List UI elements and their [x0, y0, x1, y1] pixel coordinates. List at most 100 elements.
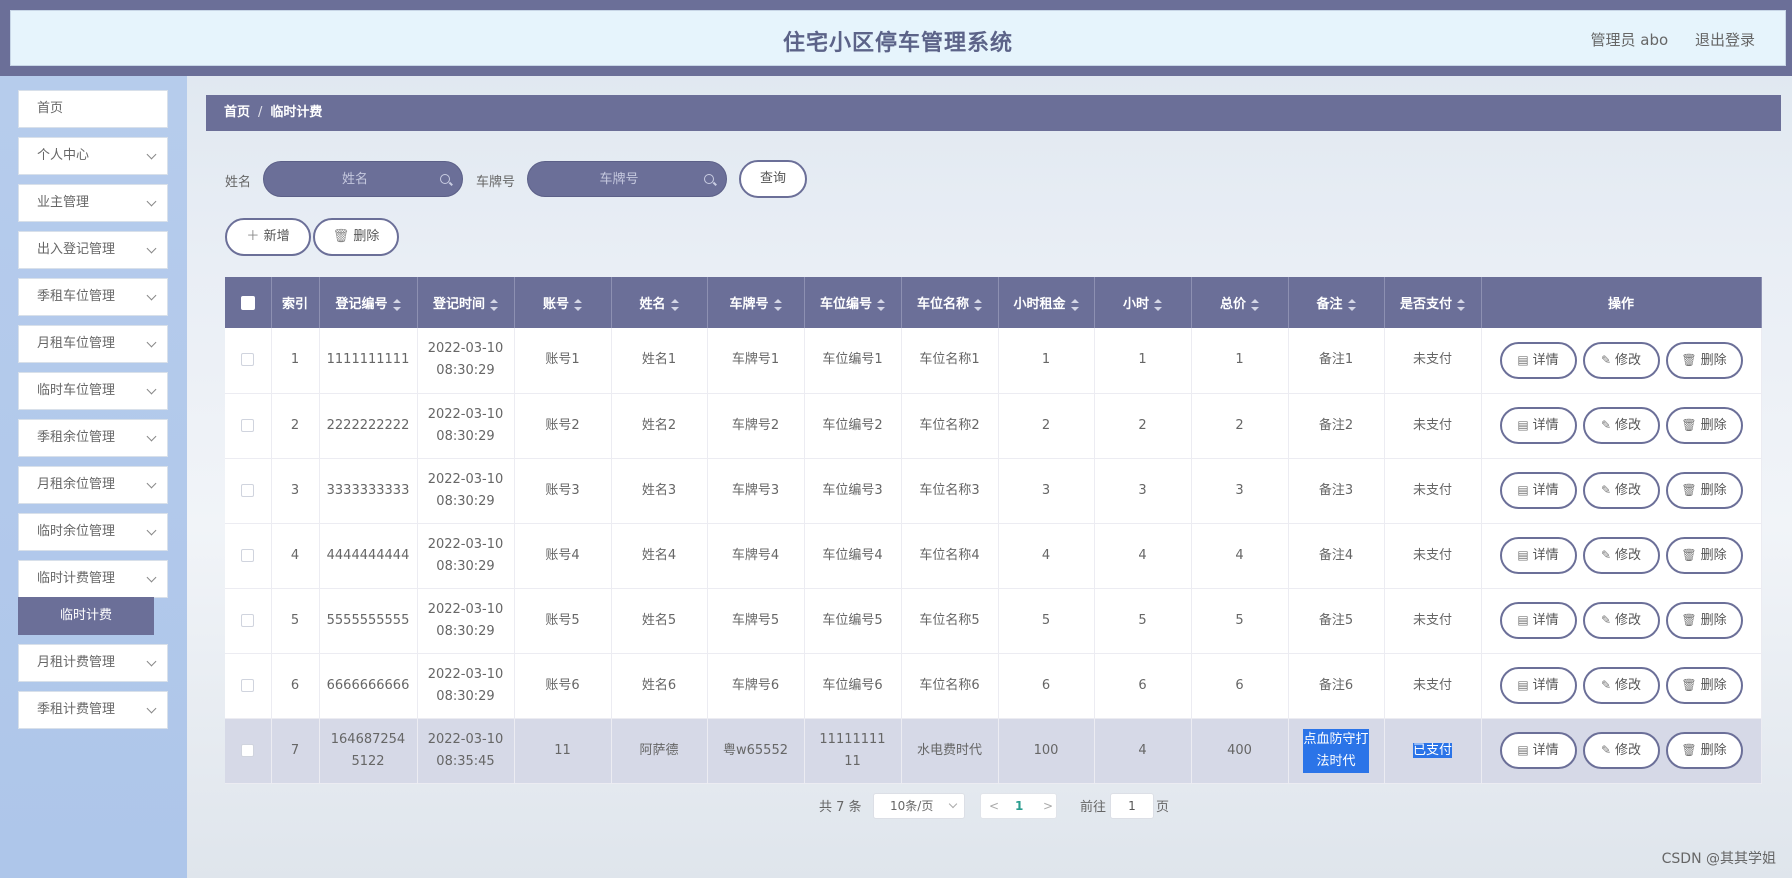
column-header[interactable]: 总价: [1191, 277, 1289, 328]
edit-button[interactable]: ✎ 修改: [1582, 537, 1660, 574]
column-header[interactable]: 车位名称: [901, 277, 999, 328]
name-search-input[interactable]: [264, 162, 462, 196]
sort-icon[interactable]: [773, 298, 782, 311]
page-size-select[interactable]: 10条/页: [873, 793, 965, 819]
edit-button[interactable]: ✎ 修改: [1582, 472, 1660, 509]
detail-button[interactable]: ▤ 详情: [1499, 407, 1577, 444]
sidebar-item[interactable]: 月租余位管理: [18, 466, 168, 504]
row-checkbox[interactable]: [241, 353, 255, 367]
sort-icon[interactable]: [1457, 298, 1465, 311]
sort-icon[interactable]: [490, 298, 498, 311]
edit-button[interactable]: ✎ 修改: [1582, 667, 1660, 704]
row-checkbox[interactable]: [241, 613, 255, 627]
row-checkbox[interactable]: [241, 678, 255, 692]
cell-value: 3: [1235, 482, 1244, 498]
edit-button[interactable]: ✎ 修改: [1582, 341, 1660, 379]
row-delete-button[interactable]: 🗑 删除: [1665, 537, 1743, 574]
column-header[interactable]: 小时: [1094, 277, 1192, 328]
name-search-box[interactable]: [263, 161, 463, 197]
next-page-button[interactable]: >: [1043, 794, 1053, 818]
sidebar-item[interactable]: 首页: [18, 90, 168, 128]
column-header[interactable]: 车位编号: [804, 277, 902, 328]
sort-icon[interactable]: [1251, 298, 1259, 311]
column-header[interactable]: 备注: [1288, 277, 1385, 328]
sort-icon[interactable]: [1347, 298, 1356, 311]
row-checkbox[interactable]: [241, 548, 255, 562]
sort-icon[interactable]: [1154, 298, 1162, 311]
table-cell: 姓名5: [611, 588, 708, 654]
select-all-checkbox[interactable]: [240, 295, 255, 310]
detail-button[interactable]: ▤ 详情: [1499, 602, 1577, 639]
row-checkbox[interactable]: [241, 483, 255, 497]
current-page-number[interactable]: 1: [1015, 794, 1023, 818]
sort-icon[interactable]: [974, 298, 982, 311]
sidebar-item[interactable]: 月租计费管理: [18, 644, 168, 682]
edit-button[interactable]: ✎ 修改: [1582, 407, 1660, 444]
sort-icon[interactable]: [670, 298, 679, 311]
detail-button[interactable]: ▤ 详情: [1499, 341, 1577, 379]
query-button[interactable]: 查询: [739, 160, 807, 198]
prev-page-button[interactable]: <: [989, 794, 999, 818]
add-button[interactable]: ＋ 新增: [225, 218, 311, 256]
detail-button[interactable]: ▤ 详情: [1499, 472, 1577, 509]
detail-button[interactable]: ▤ 详情: [1499, 667, 1577, 704]
row-checkbox[interactable]: [241, 418, 255, 432]
row-delete-button[interactable]: 🗑 删除: [1665, 407, 1743, 444]
sidebar-item[interactable]: 个人中心: [18, 137, 168, 175]
sidebar-item[interactable]: 临时车位管理: [18, 372, 168, 410]
plate-search-input[interactable]: [528, 162, 726, 196]
column-header[interactable]: 登记编号: [319, 277, 418, 328]
sort-icon[interactable]: [1070, 298, 1079, 311]
table-cell: 3333333333: [319, 458, 418, 524]
sidebar-item-label: 月租余位管理: [37, 477, 116, 492]
breadcrumb-home[interactable]: 首页: [224, 105, 250, 120]
edit-button[interactable]: ✎ 修改: [1582, 732, 1660, 769]
sort-icon[interactable]: [877, 298, 885, 311]
table-cell: 5555555555: [319, 588, 418, 654]
table-cell: 6666666666: [319, 653, 418, 719]
detail-button[interactable]: ▤ 详情: [1499, 537, 1577, 574]
row-delete-button[interactable]: 🗑 删除: [1665, 667, 1743, 704]
cell-value: 2022-03-10 08:30:29: [427, 471, 504, 509]
row-delete-button[interactable]: 🗑 删除: [1665, 472, 1743, 509]
goto-page-input[interactable]: 1: [1110, 793, 1154, 819]
logout-link[interactable]: 退出登录: [1695, 31, 1755, 49]
sidebar-item[interactable]: 季租余位管理: [18, 419, 168, 457]
detail-button-label: 详情: [1532, 678, 1559, 693]
sidebar-item[interactable]: 临时计费管理: [18, 560, 168, 598]
table-cell: 账号2: [514, 393, 612, 459]
chevron-down-icon: [146, 431, 157, 442]
column-header[interactable]: 车牌号: [707, 277, 805, 328]
sidebar-item-label: 月租计费管理: [37, 655, 116, 670]
edit-button[interactable]: ✎ 修改: [1582, 602, 1660, 639]
row-delete-button[interactable]: 🗑 删除: [1665, 732, 1743, 769]
cell-value: 水电费时代: [916, 742, 982, 758]
detail-button-label: 详情: [1532, 418, 1559, 433]
sidebar-item[interactable]: 业主管理: [18, 184, 168, 222]
sidebar-item[interactable]: 临时余位管理: [18, 513, 168, 551]
row-checkbox[interactable]: [241, 743, 255, 757]
table-cell: 姓名6: [611, 653, 708, 719]
table-cell: 车牌号5: [707, 588, 805, 654]
table-cell: 4444444444: [319, 523, 418, 589]
column-header[interactable]: 是否支付: [1384, 277, 1482, 328]
column-header[interactable]: 小时租金: [998, 277, 1095, 328]
batch-delete-button[interactable]: 🗑 删除: [313, 218, 399, 256]
sidebar-subitem-active[interactable]: 临时计费: [18, 597, 154, 635]
sidebar-item[interactable]: 月租车位管理: [18, 325, 168, 363]
sort-icon[interactable]: [574, 298, 582, 311]
column-header[interactable]: 登记时间: [417, 277, 515, 328]
sidebar-item[interactable]: 季租计费管理: [18, 691, 168, 729]
column-header[interactable]: 姓名: [611, 277, 708, 328]
row-delete-button[interactable]: 🗑 删除: [1665, 341, 1743, 379]
row-delete-button[interactable]: 🗑 删除: [1665, 602, 1743, 639]
cell-value: 1: [290, 352, 300, 368]
sidebar-item[interactable]: 出入登记管理: [18, 231, 168, 269]
detail-button[interactable]: ▤ 详情: [1499, 732, 1577, 769]
plate-search-box[interactable]: [527, 161, 727, 197]
sidebar-item[interactable]: 季租车位管理: [18, 278, 168, 316]
column-header[interactable]: 账号: [514, 277, 612, 328]
sort-icon[interactable]: [392, 298, 401, 311]
table-cell: 5: [271, 588, 320, 654]
cell-value: 1111111111: [326, 352, 410, 368]
